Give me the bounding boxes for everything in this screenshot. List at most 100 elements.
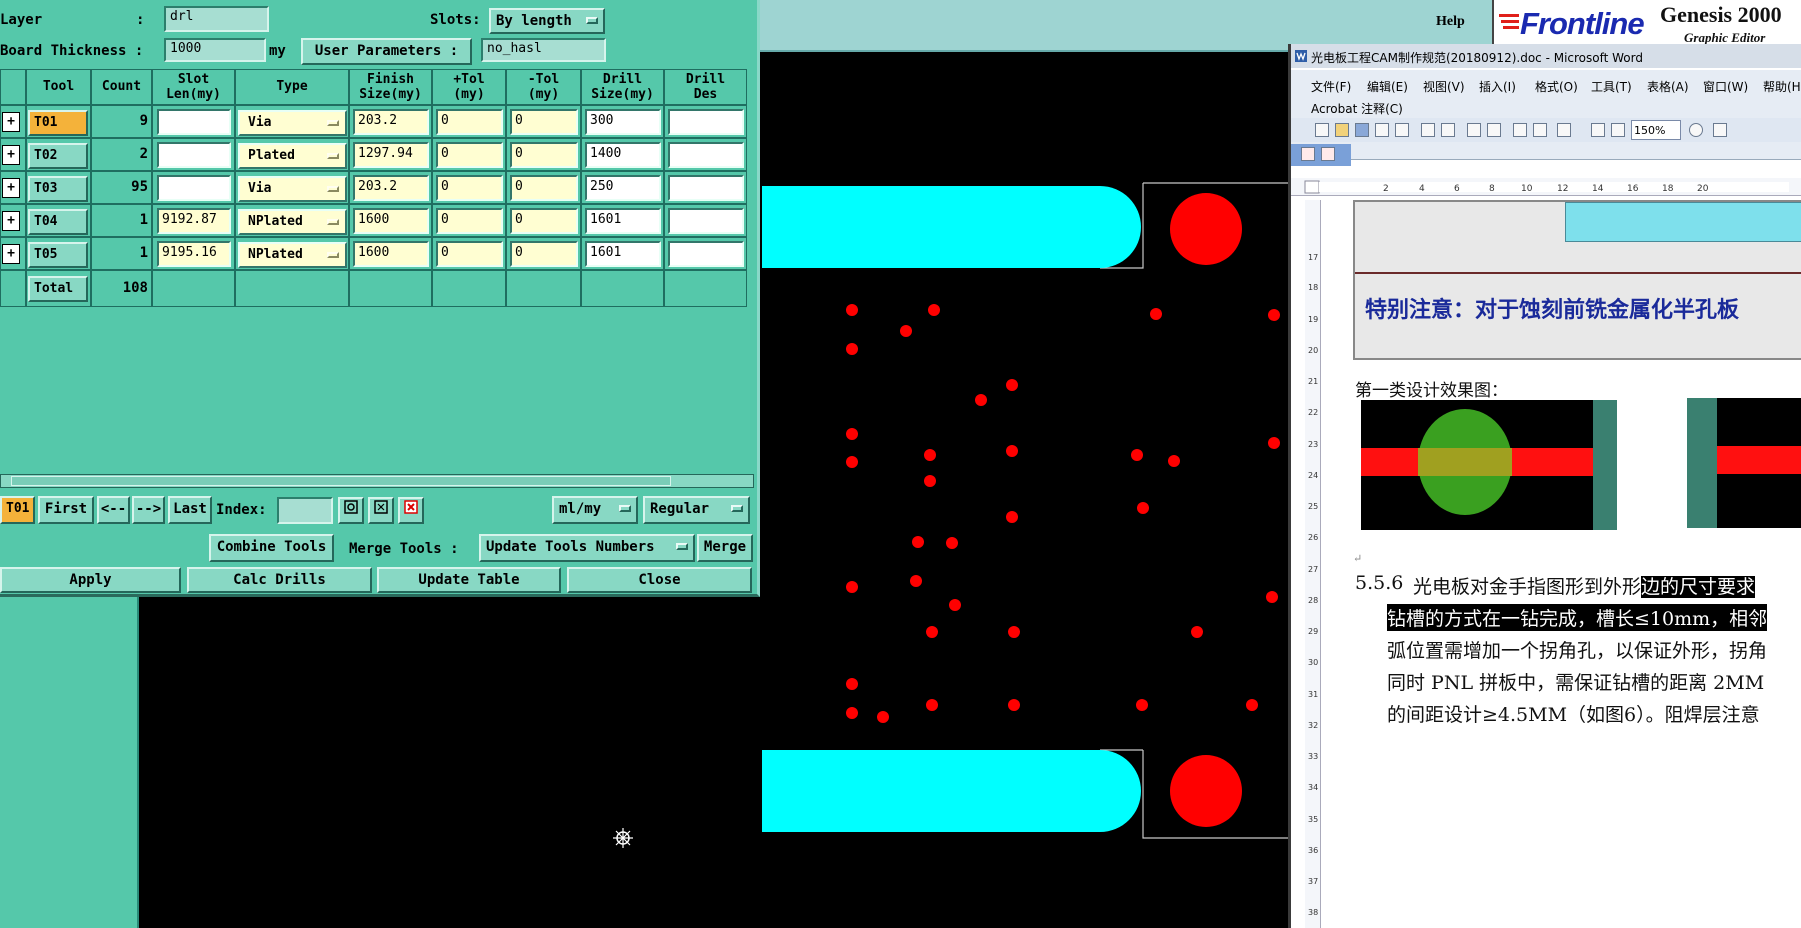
drill-size-input[interactable]: 300 (585, 109, 661, 135)
type-dropdown[interactable]: NPlated (238, 242, 347, 268)
user-parameters-field[interactable]: no_hasl (481, 38, 606, 62)
slot-len-input[interactable]: 9195.16 (157, 241, 231, 267)
finish-size-input[interactable]: 1297.94 (353, 142, 429, 168)
plus-tol-input[interactable]: 0 (436, 241, 503, 267)
pdf-icon[interactable] (1301, 147, 1315, 161)
print-preview-icon[interactable] (1441, 123, 1455, 137)
plus-tol-input[interactable]: 0 (436, 175, 503, 201)
table-scrollbar[interactable] (0, 474, 754, 488)
drill-size-input[interactable]: 1601 (585, 208, 661, 234)
undo-icon[interactable] (1557, 123, 1571, 137)
minus-tol-input[interactable]: 0 (510, 109, 578, 135)
menu-window[interactable]: 窗口(W) (1703, 78, 1748, 95)
tool-name[interactable]: T01 (28, 110, 88, 136)
last-button[interactable]: Last (168, 496, 212, 524)
tool-name[interactable]: T05 (28, 242, 88, 268)
slot-len-input[interactable] (157, 142, 231, 168)
menu-view[interactable]: 视图(V) (1423, 78, 1465, 95)
slots-dropdown[interactable]: By length (489, 8, 605, 34)
layer-field[interactable]: drl (164, 6, 269, 32)
finish-size-input[interactable]: 203.2 (353, 175, 429, 201)
units-dropdown[interactable]: ml/my (552, 496, 638, 524)
combine-tools-button[interactable]: Combine Tools (209, 534, 334, 562)
expand-icon[interactable]: + (2, 244, 20, 264)
menu-acrobat[interactable]: Acrobat 注释(C) (1311, 100, 1403, 117)
menu-table[interactable]: 表格(A) (1647, 78, 1689, 95)
copy-icon[interactable] (1513, 123, 1527, 137)
tool-name[interactable]: T02 (28, 143, 88, 169)
plus-tol-input[interactable]: 0 (436, 142, 503, 168)
menu-format[interactable]: 格式(O) (1535, 78, 1578, 95)
hyperlink-icon[interactable] (1591, 123, 1605, 137)
menu-edit[interactable]: 编辑(E) (1367, 78, 1408, 95)
type-dropdown[interactable]: NPlated (238, 209, 347, 235)
graphic-canvas[interactable] (762, 52, 1288, 928)
merge-mode-dropdown[interactable]: Update Tools Numbers (479, 534, 695, 562)
user-parameters-button[interactable]: User Parameters : (301, 38, 472, 65)
expand-icon[interactable]: + (2, 145, 20, 165)
prev-button[interactable]: <-- (97, 496, 130, 524)
delete-tool-button[interactable] (398, 497, 424, 524)
drill-des-input[interactable] (668, 109, 744, 135)
menu-file[interactable]: 文件(F) (1311, 78, 1351, 95)
drill-size-input[interactable]: 1601 (585, 241, 661, 267)
print-icon[interactable] (1421, 123, 1435, 137)
slot-len-input[interactable] (157, 175, 231, 201)
minus-tol-input[interactable]: 0 (510, 142, 578, 168)
apply-button[interactable]: Apply (0, 567, 181, 593)
close-button[interactable]: Close (567, 567, 752, 593)
minus-tol-input[interactable]: 0 (510, 208, 578, 234)
help-icon[interactable] (1689, 123, 1703, 137)
scrollbar-thumb[interactable] (11, 476, 671, 486)
pdf-annotate-icon[interactable] (1321, 147, 1335, 161)
type-dropdown[interactable]: Via (238, 110, 347, 136)
table-icon[interactable] (1611, 123, 1625, 137)
menu-help[interactable]: 帮助(H) (1763, 78, 1801, 95)
plus-tol-input[interactable]: 0 (436, 109, 503, 135)
type-dropdown[interactable]: Plated (238, 143, 347, 169)
read-icon[interactable] (1713, 123, 1727, 137)
plus-tol-input[interactable]: 0 (436, 208, 503, 234)
drill-des-input[interactable] (668, 142, 744, 168)
drill-size-input[interactable]: 1400 (585, 142, 661, 168)
merge-button[interactable]: Merge (697, 534, 753, 562)
board-thickness-field[interactable]: 1000 (164, 38, 266, 62)
help-menu[interactable]: Help (1436, 14, 1465, 30)
finish-size-input[interactable]: 1600 (353, 208, 429, 234)
permission-icon[interactable] (1375, 123, 1389, 137)
tool-name[interactable]: T03 (28, 176, 88, 202)
menu-insert[interactable]: 插入(I) (1479, 78, 1516, 95)
highlight-tool-button[interactable] (368, 497, 394, 524)
paste-icon[interactable] (1533, 123, 1547, 137)
update-table-button[interactable]: Update Table (377, 567, 561, 593)
mode-dropdown[interactable]: Regular (643, 496, 750, 524)
drill-des-input[interactable] (668, 208, 744, 234)
slot-len-input[interactable]: 9192.87 (157, 208, 231, 234)
finish-size-input[interactable]: 203.2 (353, 109, 429, 135)
spelling-icon[interactable] (1467, 123, 1481, 137)
slot-len-input[interactable] (157, 109, 231, 135)
document-page[interactable]: 特别注意：对于蚀刻前铣金属化半孔板 第一类设计效果图： ↵ 5.5.6 光电板对… (1323, 200, 1801, 928)
save-icon[interactable] (1355, 123, 1369, 137)
finish-size-input[interactable]: 1600 (353, 241, 429, 267)
calc-drills-button[interactable]: Calc Drills (187, 567, 372, 593)
expand-icon[interactable]: + (2, 211, 20, 231)
minus-tol-input[interactable]: 0 (510, 241, 578, 267)
first-button[interactable]: First (38, 496, 94, 524)
zoom-box[interactable]: 150% (1631, 120, 1681, 140)
expand-icon[interactable]: + (2, 112, 20, 132)
minus-tol-input[interactable]: 0 (510, 175, 578, 201)
expand-icon[interactable]: + (2, 178, 20, 198)
type-dropdown[interactable]: Via (238, 176, 347, 202)
tool-name[interactable]: T04 (28, 209, 88, 235)
drill-des-input[interactable] (668, 241, 744, 267)
index-field[interactable] (277, 497, 333, 524)
drill-des-input[interactable] (668, 175, 744, 201)
menu-tools[interactable]: 工具(T) (1591, 78, 1632, 95)
email-icon[interactable] (1395, 123, 1409, 137)
drill-size-input[interactable]: 250 (585, 175, 661, 201)
new-doc-icon[interactable] (1315, 123, 1329, 137)
next-button[interactable]: --> (132, 496, 165, 524)
zoom-tool-button[interactable] (338, 497, 364, 524)
open-icon[interactable] (1335, 123, 1349, 137)
